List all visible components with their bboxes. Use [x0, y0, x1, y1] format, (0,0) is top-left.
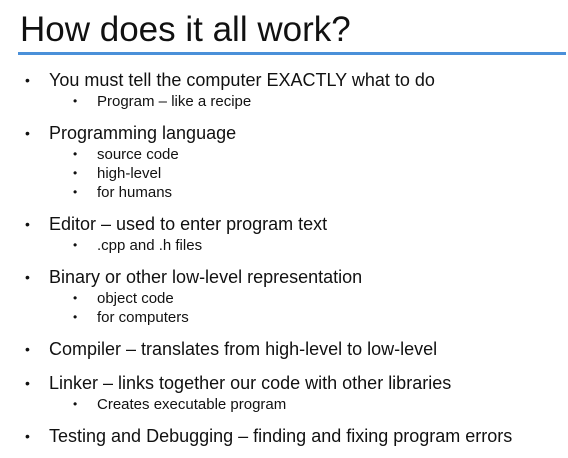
- sub-bullet-dot-icon: •: [73, 94, 78, 108]
- bullet-text: Programming language: [49, 123, 237, 143]
- sub-bullet: • Program – like a recipe: [0, 92, 568, 111]
- bullet-text: Testing and Debugging – finding and fixi…: [49, 426, 513, 446]
- bullet-text: Binary or other low-level representation: [49, 267, 363, 287]
- bullet-item: • Linker – links together our code with …: [0, 371, 568, 414]
- sub-bullet-text: for computers: [97, 309, 189, 326]
- sub-bullet: • for humans: [0, 183, 568, 202]
- sub-bullet-dot-icon: •: [73, 397, 78, 411]
- sub-bullet-dot-icon: •: [73, 310, 78, 324]
- bullet-list: • You must tell the computer EXACTLY wha…: [0, 68, 568, 458]
- bullet-text: You must tell the computer EXACTLY what …: [49, 70, 435, 90]
- sub-bullet-dot-icon: •: [73, 291, 78, 305]
- sub-bullet-dot-icon: •: [73, 166, 78, 180]
- sub-bullet-text: source code: [97, 146, 179, 163]
- slide-title: How does it all work?: [20, 10, 351, 49]
- sub-bullet-dot-icon: •: [73, 238, 78, 252]
- sub-bullet: • high-level: [0, 164, 568, 183]
- bullet-text: Linker – links together our code with ot…: [49, 373, 452, 393]
- sub-bullet: • .cpp and .h files: [0, 236, 568, 255]
- sub-bullet-text: Creates executable program: [97, 396, 287, 413]
- sub-bullet-text: object code: [97, 290, 174, 307]
- bullet-dot-icon: •: [25, 125, 30, 141]
- bullet-dot-icon: •: [25, 269, 30, 285]
- sub-bullet: • for computers: [0, 308, 568, 327]
- bullet-item: • Programming language • source code • h…: [0, 121, 568, 202]
- bullet-item: • Compiler – translates from high-level …: [0, 337, 568, 361]
- sub-bullet-text: high-level: [97, 165, 162, 182]
- bullet-dot-icon: •: [25, 72, 30, 88]
- bullet-item: • Editor – used to enter program text • …: [0, 212, 568, 255]
- bullet-dot-icon: •: [25, 341, 30, 357]
- bullet-item: • You must tell the computer EXACTLY wha…: [0, 68, 568, 111]
- sub-bullet-dot-icon: •: [73, 185, 78, 199]
- sub-bullet: • object code: [0, 289, 568, 308]
- bullet-item: • Testing and Debugging – finding and fi…: [0, 424, 568, 448]
- bullet-dot-icon: •: [25, 375, 30, 391]
- bullet-item: • Binary or other low-level representati…: [0, 265, 568, 327]
- sub-bullet-text: for humans: [97, 184, 173, 201]
- bullet-text: Editor – used to enter program text: [49, 214, 328, 234]
- sub-bullet-dot-icon: •: [73, 147, 78, 161]
- bullet-dot-icon: •: [25, 216, 30, 232]
- sub-bullet-text: Program – like a recipe: [97, 93, 252, 110]
- bullet-dot-icon: •: [25, 428, 30, 444]
- sub-bullet: • source code: [0, 145, 568, 164]
- title-underline: [18, 52, 566, 55]
- bullet-text: Compiler – translates from high-level to…: [49, 339, 438, 359]
- sub-bullet-text: .cpp and .h files: [97, 237, 203, 254]
- sub-bullet: • Creates executable program: [0, 395, 568, 414]
